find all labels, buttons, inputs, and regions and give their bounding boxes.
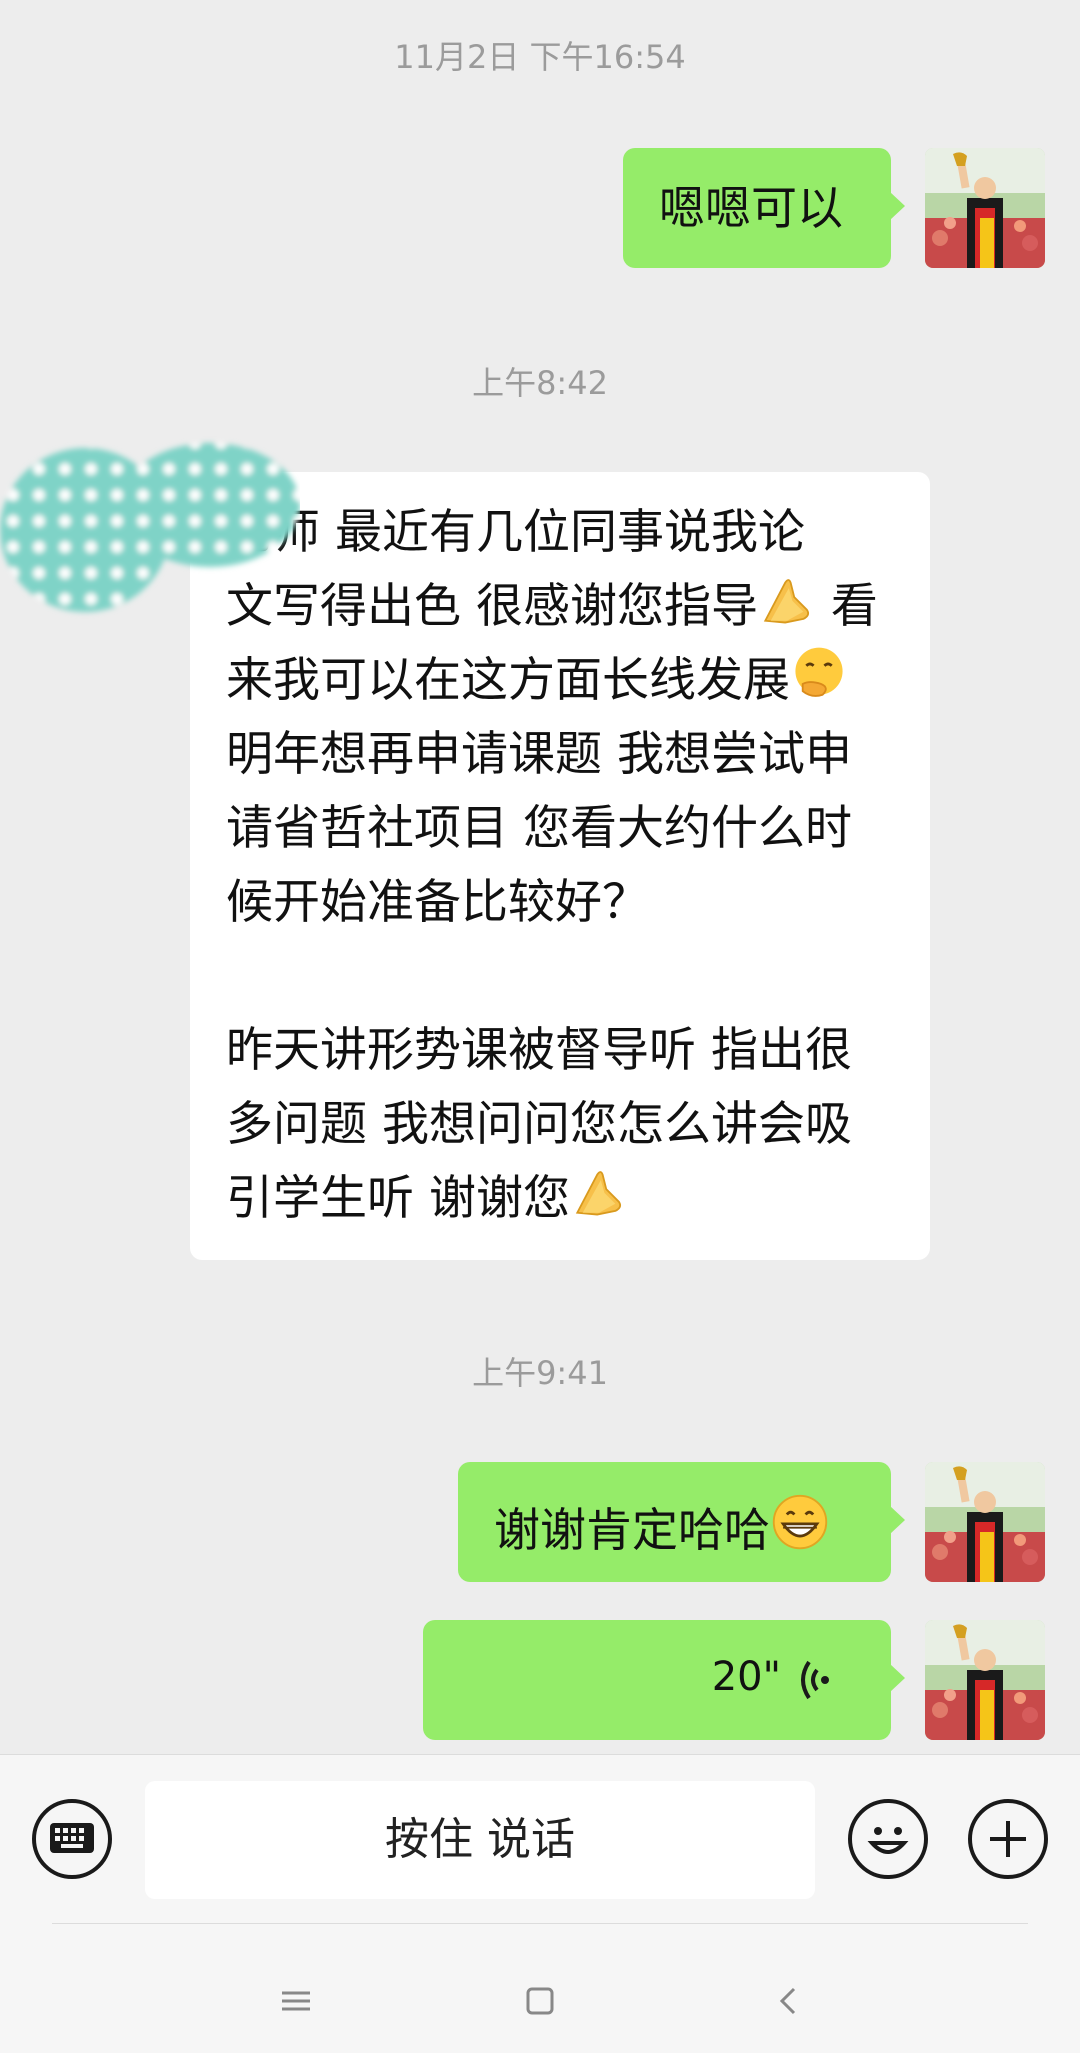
message-text: 谢谢肯定哈哈 bbox=[494, 1492, 830, 1560]
keyboard-icon bbox=[50, 1823, 94, 1853]
my-message-bubble[interactable]: 谢谢肯定哈哈 bbox=[458, 1462, 905, 1582]
message-line: 文写得出色 很感谢您指导 bbox=[226, 579, 758, 634]
timestamp: 上午8:42 bbox=[472, 364, 608, 402]
pray-emoji bbox=[758, 570, 816, 628]
message-text-content: 谢谢肯定哈哈 bbox=[494, 1503, 770, 1557]
smiley-icon bbox=[867, 1827, 909, 1854]
timestamp: 11月2日 下午16:54 bbox=[394, 38, 686, 76]
avatar-photo bbox=[925, 1462, 1045, 1582]
back-icon[interactable] bbox=[770, 1983, 806, 2019]
home-icon[interactable] bbox=[522, 1983, 558, 2019]
voice-wave-icon bbox=[801, 1660, 829, 1700]
message-line: 昨天讲形势课被督导听 指出很 bbox=[226, 1023, 852, 1078]
voice-message-bubble[interactable]: 20" bbox=[423, 1620, 905, 1740]
message-line: 来我可以在这方面长线发展 bbox=[226, 653, 790, 708]
dotted-sticker-overlay bbox=[0, 443, 300, 612]
menu-icon[interactable] bbox=[278, 1983, 314, 2019]
plus-icon bbox=[990, 1821, 1026, 1857]
message-line: 请省哲社项目 您看大约什么时 bbox=[226, 801, 852, 856]
timestamp: 上午9:41 bbox=[472, 1354, 608, 1392]
think-emoji bbox=[790, 644, 848, 702]
message-line: 老师 最近有几位同事说我论 bbox=[226, 505, 805, 560]
keyboard-toggle-button[interactable] bbox=[32, 1799, 112, 1879]
message-line: 多问题 我想问问您怎么讲会吸 bbox=[226, 1097, 852, 1152]
more-button[interactable] bbox=[968, 1799, 1048, 1879]
my-avatar[interactable] bbox=[925, 1462, 1045, 1582]
message-text: 嗯嗯可以 bbox=[659, 181, 843, 235]
message-text: 老师 最近有几位同事说我论 文写得出色 很感谢您指导 看 来我可以在这方面长线发… bbox=[226, 496, 916, 1236]
my-avatar[interactable] bbox=[925, 148, 1045, 268]
message-line: 看 bbox=[815, 579, 878, 634]
avatar-photo bbox=[925, 1620, 1045, 1740]
their-message-bubble[interactable]: 老师 最近有几位同事说我论 文写得出色 很感谢您指导 看 来我可以在这方面长线发… bbox=[190, 472, 930, 1260]
my-message-bubble[interactable]: 嗯嗯可以 bbox=[623, 148, 905, 268]
pray-emoji bbox=[570, 1162, 628, 1220]
message-line: 候开始准备比较好？ bbox=[226, 875, 649, 930]
chat-input-bar: 按住 说话 bbox=[0, 1754, 1080, 2053]
grin-emoji bbox=[770, 1492, 830, 1552]
voice-duration: 20" bbox=[711, 1654, 781, 1700]
divider bbox=[52, 1923, 1028, 1924]
my-avatar[interactable] bbox=[925, 1620, 1045, 1740]
message-line: 引学生听 谢谢您 bbox=[226, 1171, 570, 1226]
avatar-photo bbox=[925, 148, 1045, 268]
emoji-button[interactable] bbox=[848, 1799, 928, 1879]
hold-to-talk-button[interactable]: 按住 说话 bbox=[145, 1781, 815, 1899]
message-line: 明年想再申请课题 我想尝试申 bbox=[226, 727, 852, 782]
